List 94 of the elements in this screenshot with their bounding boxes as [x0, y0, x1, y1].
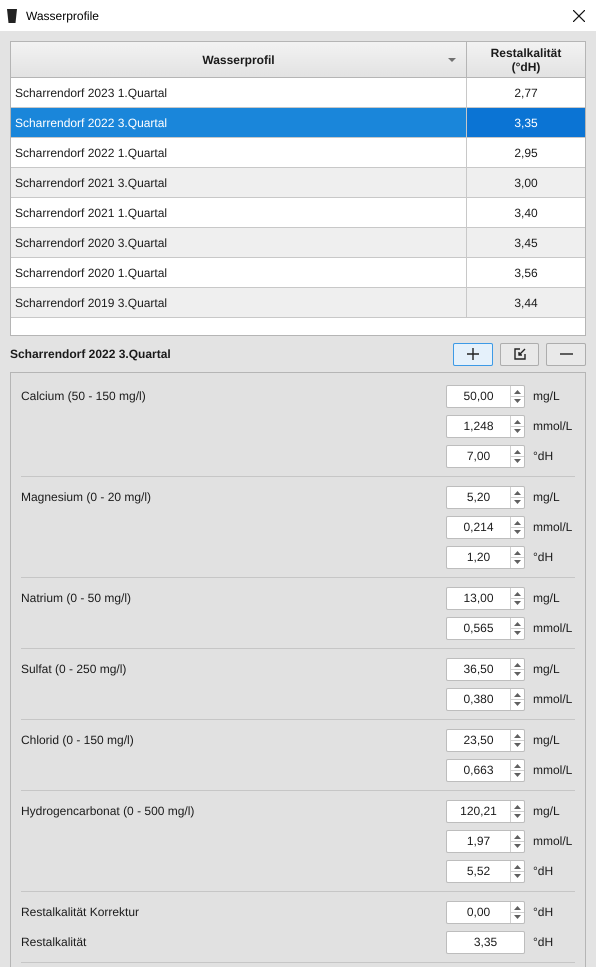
spin-box[interactable]: 50,00: [446, 384, 525, 408]
unit-label: °dH: [533, 864, 554, 878]
table-row[interactable]: Scharrendorf 2021 3.Quartal 3,00: [11, 168, 585, 198]
unit-label: °dH: [533, 550, 554, 564]
field-label: Restalkalität Korrektur: [21, 905, 140, 919]
spin-arrows-icon[interactable]: [510, 860, 524, 882]
unit-label: mg/L: [533, 490, 560, 504]
spin-arrows-icon[interactable]: [510, 800, 524, 822]
unit-label: mg/L: [533, 591, 560, 605]
field-label: Sulfat (0 - 250 mg/l): [21, 662, 126, 676]
spin-box[interactable]: 0,214: [446, 516, 525, 538]
spin-box[interactable]: 5,20: [446, 486, 525, 508]
profile-name: Scharrendorf 2021 3.Quartal: [15, 174, 168, 192]
unit-label: mmol/L: [533, 520, 572, 534]
spin-arrows-icon[interactable]: [510, 830, 524, 852]
alkalinity-value: 3,40: [514, 204, 538, 222]
field-label: Magnesium (0 - 20 mg/l): [21, 490, 152, 504]
unit-label: mmol/L: [533, 621, 572, 635]
sort-arrow-icon: [448, 58, 456, 62]
unit-label: mg/L: [533, 804, 560, 818]
spin-box[interactable]: 7,00: [446, 444, 525, 468]
field-label: Chlorid (0 - 150 mg/l): [21, 733, 134, 747]
table-row[interactable]: Scharrendorf 2023 1.Quartal 2,77: [11, 78, 585, 108]
unit-label: °dH: [533, 935, 554, 949]
unit-label: °dH: [533, 449, 554, 463]
unit-label: mg/L: [533, 389, 560, 403]
spin-box[interactable]: 0,00: [446, 900, 525, 924]
spin-box[interactable]: 0,565: [446, 616, 525, 640]
add-button[interactable]: [453, 342, 493, 366]
profile-name: Scharrendorf 2020 1.Quartal: [15, 264, 168, 282]
value-field[interactable]: 3,35: [446, 930, 525, 954]
unit-label: mmol/L: [533, 834, 572, 848]
alkalinity-value: 3,45: [514, 234, 538, 252]
field-label: Restalkalität: [21, 935, 86, 949]
table-row[interactable]: Scharrendorf 2019 3.Quartal 3,44: [11, 288, 585, 318]
profile-name: Scharrendorf 2022 1.Quartal: [15, 144, 168, 162]
spin-box[interactable]: 1,248: [446, 414, 525, 438]
spin-box[interactable]: 36,50: [446, 658, 525, 680]
field-label: Natrium (0 - 50 mg/l): [21, 591, 132, 605]
profile-name: Scharrendorf 2023 1.Quartal: [15, 84, 168, 102]
unit-label: °dH: [533, 905, 554, 919]
spin-arrows-icon[interactable]: [510, 658, 524, 680]
table-row[interactable]: Scharrendorf 2021 1.Quartal 3,40: [11, 198, 585, 228]
spin-box[interactable]: 0,380: [446, 688, 525, 710]
spin-arrows-icon[interactable]: [510, 546, 524, 568]
spin-arrows-icon[interactable]: [510, 386, 524, 406]
spin-box[interactable]: 1,97: [446, 830, 525, 852]
window-title: Wasserprofile: [26, 8, 99, 24]
spin-arrows-icon[interactable]: [510, 416, 524, 436]
glass-icon: [7, 8, 17, 22]
spin-arrows-icon[interactable]: [510, 730, 524, 750]
profile-title: Scharrendorf 2022 3.Quartal: [10, 346, 172, 363]
alkalinity-value: 2,77: [514, 84, 538, 102]
spin-box[interactable]: 5,52: [446, 860, 525, 882]
spin-arrows-icon[interactable]: [510, 688, 524, 710]
minus-icon: [560, 353, 572, 355]
unit-label: mg/L: [533, 662, 560, 676]
edit-icon: [514, 348, 526, 360]
spin-arrows-icon[interactable]: [510, 760, 524, 780]
spin-box[interactable]: 120,21: [446, 800, 525, 822]
table-row[interactable]: Scharrendorf 2020 3.Quartal 3,45: [11, 228, 585, 258]
profile-name: Scharrendorf 2019 3.Quartal: [15, 294, 168, 312]
alkalinity-value: 3,35: [514, 114, 538, 132]
field-label: Hydrogencarbonat (0 - 500 mg/l): [21, 804, 194, 818]
spin-arrows-icon[interactable]: [510, 618, 524, 638]
spin-box[interactable]: 13,00: [446, 586, 525, 610]
profile-name: Scharrendorf 2020 3.Quartal: [15, 234, 168, 252]
spin-arrows-icon[interactable]: [510, 588, 524, 608]
spin-box[interactable]: 1,20: [446, 546, 525, 568]
unit-label: mg/L: [533, 733, 560, 747]
edit-button[interactable]: [500, 342, 539, 366]
alkalinity-value: 3,00: [514, 174, 538, 192]
alkalinity-value: 2,95: [514, 144, 538, 162]
spin-box[interactable]: 23,50: [446, 728, 525, 752]
close-icon[interactable]: [573, 10, 585, 22]
spin-arrows-icon[interactable]: [510, 446, 524, 466]
unit-label: mmol/L: [533, 692, 572, 706]
table-row[interactable]: Scharrendorf 2022 1.Quartal 2,95: [11, 138, 585, 168]
profile-name: Scharrendorf 2021 1.Quartal: [15, 204, 168, 222]
profile-name: Scharrendorf 2022 3.Quartal: [15, 114, 168, 132]
alkalinity-value: 3,56: [514, 264, 538, 282]
table-row[interactable]: Scharrendorf 2020 1.Quartal 3,56: [11, 258, 585, 288]
field-label: Calcium (50 - 150 mg/l): [21, 389, 146, 403]
unit-label: mmol/L: [533, 419, 572, 433]
unit-label: mmol/L: [533, 763, 572, 777]
alkalinity-value: 3,44: [514, 294, 538, 312]
column-header[interactable]: Wasserprofil: [11, 42, 467, 78]
column-header[interactable]: Restalkalität (°dH): [467, 42, 585, 78]
spin-box[interactable]: 0,663: [446, 758, 525, 782]
spin-arrows-icon[interactable]: [510, 516, 524, 538]
spin-arrows-icon[interactable]: [510, 486, 524, 508]
table-row[interactable]: Scharrendorf 2022 3.Quartal 3,35: [11, 108, 585, 138]
plus-icon: [467, 348, 479, 360]
spin-arrows-icon[interactable]: [510, 902, 524, 922]
